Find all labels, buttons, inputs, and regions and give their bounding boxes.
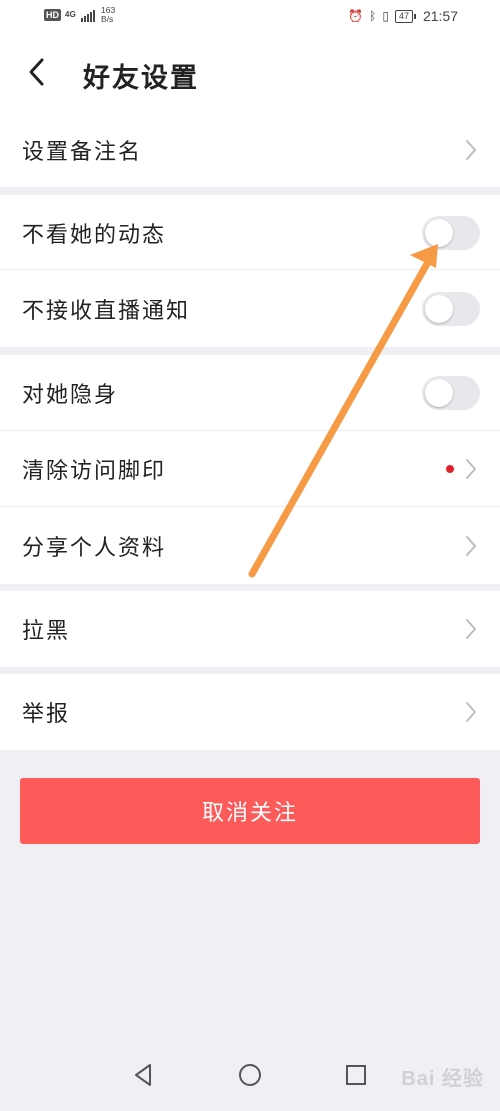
unread-dot	[446, 465, 454, 473]
share-profile-label: 分享个人资料	[22, 535, 167, 561]
invisible-toggle[interactable]	[422, 376, 480, 410]
back-arrow-icon	[29, 58, 44, 86]
signal-icon	[81, 9, 95, 22]
page-title: 好友设置	[83, 63, 199, 94]
live-notify-toggle[interactable]	[422, 291, 480, 326]
square-recent-icon	[346, 1065, 366, 1085]
battery-icon: 47	[394, 9, 416, 23]
live-notify-row: 不接收直播通知	[0, 270, 500, 347]
toggle-knob	[425, 218, 453, 247]
hide-moments-toggle[interactable]	[422, 215, 480, 250]
nav-recent-button[interactable]	[341, 1060, 371, 1090]
remark-name-label: 设置备注名	[22, 139, 143, 165]
invisible-label: 对她隐身	[22, 383, 119, 408]
navigation-bar: Bai 经验	[0, 1040, 500, 1111]
chevron-right-icon	[464, 700, 478, 724]
net-speed: 163 B/s	[101, 6, 115, 24]
vibrate-icon: ▯	[382, 9, 389, 23]
chevron-right-icon	[464, 534, 478, 558]
header: 好友设置	[0, 34, 500, 112]
block-label: 拉黑	[22, 619, 71, 644]
invisible-row: 对她隐身	[0, 355, 500, 431]
share-profile-row[interactable]: 分享个人资料	[0, 507, 500, 584]
status-bar: HD 4G 163 B/s ⏰ ᛒ ▯ 47 21:57	[0, 0, 500, 34]
triangle-back-icon	[135, 1064, 151, 1086]
circle-home-icon	[239, 1064, 261, 1086]
unfollow-button[interactable]: 取消关注	[20, 778, 480, 844]
chevron-right-icon	[464, 138, 478, 162]
hd-badge: HD	[44, 9, 61, 21]
remark-name-row[interactable]: 设置备注名	[0, 112, 500, 187]
nav-back-button[interactable]	[129, 1060, 159, 1090]
clear-footprints-row[interactable]: 清除访问脚印	[0, 431, 500, 507]
chevron-right-icon	[464, 457, 478, 481]
live-notify-label: 不接收直播通知	[22, 298, 191, 324]
report-label: 举报	[22, 702, 71, 727]
toggle-knob	[425, 294, 453, 323]
chevron-right-icon	[464, 617, 478, 641]
clear-footprints-label: 清除访问脚印	[22, 459, 167, 484]
baidu-watermark: Bai 经验	[401, 1068, 484, 1090]
toggle-knob	[425, 379, 453, 407]
status-right: ⏰ ᛒ ▯ 47 21:57	[348, 8, 458, 24]
status-time: 21:57	[422, 8, 458, 24]
network-type: 4G	[65, 10, 76, 19]
bluetooth-icon: ᛒ	[369, 9, 377, 23]
report-row[interactable]: 举报	[0, 674, 500, 750]
back-button[interactable]	[20, 54, 56, 90]
nav-home-button[interactable]	[235, 1060, 265, 1090]
block-row[interactable]: 拉黑	[0, 591, 500, 667]
net-speed-unit: B/s	[101, 14, 114, 24]
hide-moments-label: 不看她的动态	[22, 222, 167, 248]
status-left: HD 4G 163 B/s	[44, 6, 115, 24]
alarm-icon: ⏰	[348, 9, 364, 23]
hide-moments-row: 不看她的动态	[0, 195, 500, 270]
